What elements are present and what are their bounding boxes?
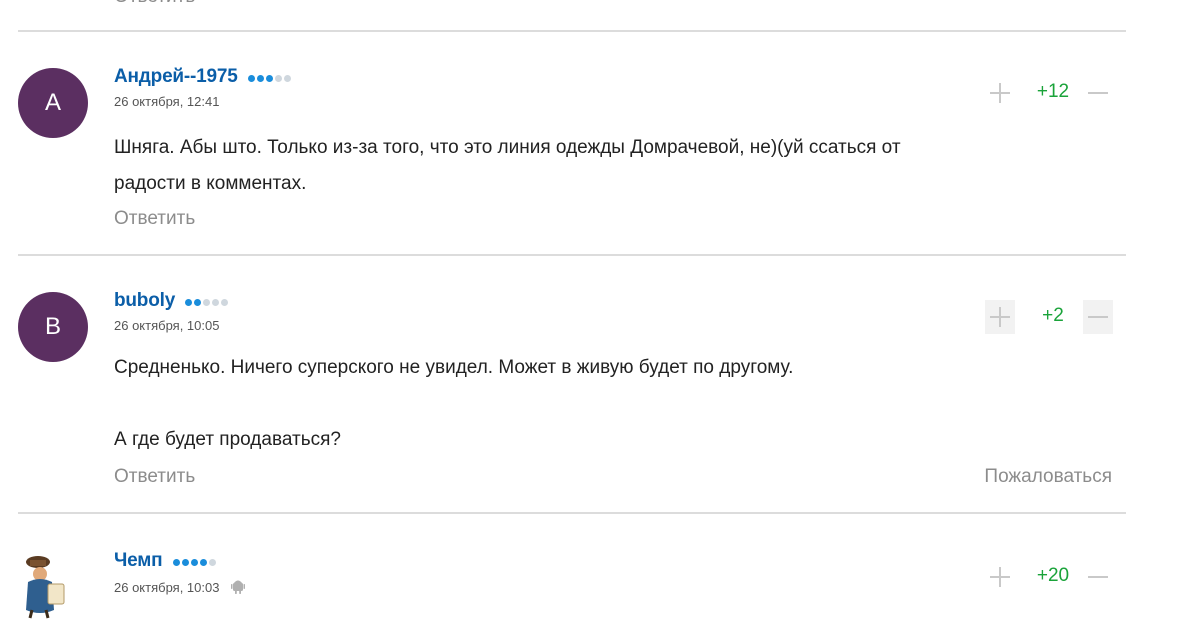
- downvote-button[interactable]: [1083, 560, 1113, 594]
- vote-widget: +12: [985, 76, 1113, 110]
- author-name-text[interactable]: Чемп: [114, 550, 163, 571]
- comment-date-text: 26 октября, 10:03: [114, 580, 220, 595]
- comment-date: 26 октября, 12:41: [114, 94, 220, 109]
- android-icon: [231, 578, 246, 597]
- comment-divider: [18, 30, 1126, 32]
- reply-link[interactable]: Ответить: [114, 466, 195, 488]
- comment-text: Средненько. Ничего суперского не увидел.…: [114, 350, 1074, 458]
- vote-widget: +2: [985, 300, 1113, 334]
- comment-text-line: Шняга. Абы што. Только из-за того, что э…: [114, 137, 901, 158]
- comment-date: 26 октября, 10:03: [114, 578, 246, 597]
- author-name[interactable]: Чемп: [114, 550, 218, 572]
- comment-divider: [18, 512, 1126, 514]
- author-name[interactable]: buboly: [114, 290, 230, 312]
- rating-count: +12: [1036, 81, 1070, 102]
- comment-divider: [18, 254, 1126, 256]
- vote-widget: +20: [985, 560, 1113, 594]
- rating-level-dots: [185, 290, 230, 312]
- upvote-button[interactable]: [985, 300, 1015, 334]
- comments-feed: Ответить А Андрей--1975 26 октября, 12:4…: [0, 0, 1200, 630]
- rating-level-dots: [247, 66, 293, 88]
- rating-count: +20: [1036, 565, 1070, 586]
- reply-link[interactable]: Ответить: [114, 208, 195, 230]
- plus-icon: [990, 567, 1010, 587]
- rating-count: +2: [1042, 305, 1064, 326]
- plus-icon: [990, 83, 1010, 103]
- author-name-text[interactable]: buboly: [114, 290, 175, 311]
- minus-icon: [1088, 576, 1108, 578]
- upvote-button[interactable]: [985, 76, 1015, 110]
- character-avatar-icon: [26, 556, 65, 619]
- avatar[interactable]: А: [18, 68, 88, 138]
- downvote-button[interactable]: [1083, 76, 1113, 110]
- reply-link[interactable]: Ответить: [114, 0, 195, 8]
- comment-text: Шняга. Абы што. Только из-за того, что э…: [114, 130, 1074, 202]
- rating-level-dots: [172, 550, 218, 572]
- avatar[interactable]: B: [18, 292, 88, 362]
- comment-text-line: Средненько. Ничего суперского не увидел.…: [114, 357, 794, 378]
- downvote-button[interactable]: [1083, 300, 1113, 334]
- minus-icon: [1088, 316, 1108, 318]
- comment-text-line: А где будет продаваться?: [114, 429, 341, 450]
- plus-icon: [990, 307, 1010, 327]
- character-avatar-icon[interactable]: [18, 552, 88, 622]
- complain-link[interactable]: Пожаловаться: [984, 466, 1112, 488]
- comment-text-line: радости в комментах.: [114, 173, 307, 194]
- comment-date: 26 октября, 10:05: [114, 318, 220, 333]
- author-name-text[interactable]: Андрей--1975: [114, 66, 238, 87]
- author-name[interactable]: Андрей--1975: [114, 66, 293, 88]
- upvote-button[interactable]: [985, 560, 1015, 594]
- minus-icon: [1088, 92, 1108, 94]
- comment-text-blank-line: [114, 386, 1074, 422]
